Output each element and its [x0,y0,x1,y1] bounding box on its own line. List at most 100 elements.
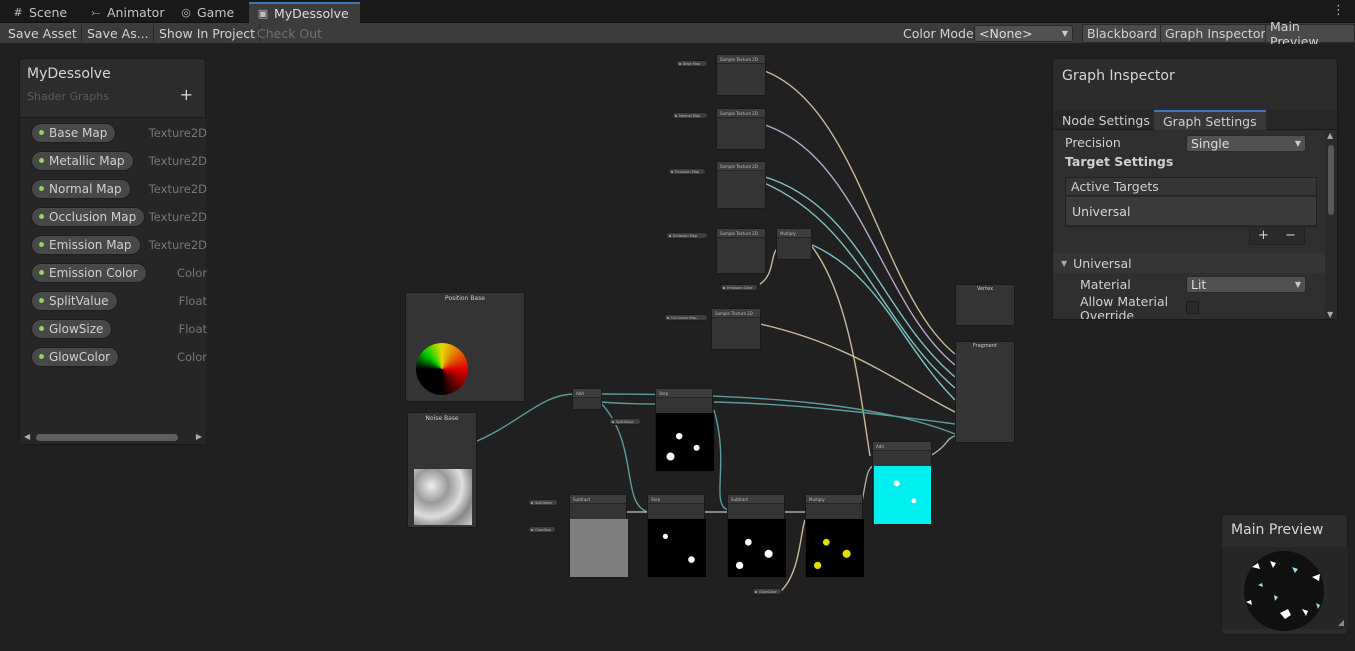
property-pill[interactable]: Normal Map [31,178,131,199]
multiply-node[interactable]: Multiply [805,494,864,578]
graph-property-emission-color[interactable]: Emission Color [720,284,758,291]
scroll-up-icon[interactable]: ▲ [1327,131,1333,140]
property-pill[interactable]: Occlusion Map [31,206,146,227]
fragment-context[interactable]: Fragment [955,341,1015,443]
horizontal-scrollbar[interactable]: ◀ ▶ [20,430,206,444]
list-item[interactable]: Emission Map Texture2D [31,234,207,255]
sample-texture-node[interactable]: Sample Texture 2D [711,308,761,350]
property-pill[interactable]: GlowColor [31,346,120,367]
dropdown-arrow-icon: ▼ [1294,280,1301,289]
main-preview-panel: Main Preview ◢ [1221,514,1348,635]
property-pill[interactable]: GlowSize [31,318,113,339]
tab-game[interactable]: ◎ Game [172,2,242,23]
property-pill[interactable]: Base Map [31,122,117,143]
position-base-node[interactable]: Position Base [405,292,525,402]
grid-icon: # [13,6,23,19]
scroll-thumb[interactable] [1328,145,1334,215]
color-mode-select[interactable]: <None> ▼ [974,25,1073,42]
allow-override-label: Allow Material Override [1080,294,1169,320]
tab-label: MyDessolve [274,6,349,21]
step-preview [648,519,706,577]
blackboard-toggle[interactable]: Blackboard [1082,24,1162,43]
vertex-title: Vertex [976,286,994,292]
property-pill[interactable]: SplitValue [31,290,118,311]
graph-canvas[interactable]: Base Map Normal Map Emission Map Emissio… [0,44,1355,651]
vertex-context[interactable]: Vertex [955,284,1015,326]
graph-property-normal-map[interactable]: Normal Map [672,112,708,119]
scroll-left-icon[interactable]: ◀ [24,432,30,441]
material-select[interactable]: Lit ▼ [1186,276,1306,293]
list-item[interactable]: SplitValue Float [31,290,207,311]
vertical-scrollbar[interactable]: ▲ ▼ [1325,131,1337,319]
blackboard-title: MyDessolve [27,66,111,82]
main-preview-toggle[interactable]: Main Preview [1265,19,1355,49]
sample-texture-node[interactable]: Sample Texture 2D [716,108,766,150]
add-node[interactable]: Add [572,388,602,410]
active-targets-header: Active Targets [1066,178,1316,196]
graph-inspector-toggle[interactable]: Graph Inspector [1160,24,1271,43]
shader-graph-toolbar: Save Asset Save As... Show In Project Ch… [0,19,1355,49]
graph-property-glowsize[interactable]: GlowSize [528,526,556,533]
scroll-right-icon[interactable]: ▶ [196,432,202,441]
foldout-arrow-icon[interactable]: ▼ [1061,259,1067,268]
target-list-controls: + − [1249,227,1305,245]
save-asset-button[interactable]: Save Asset [4,24,82,43]
tab-scene[interactable]: # Scene [4,2,75,23]
tab-graph-settings[interactable]: Graph Settings [1154,110,1266,130]
tab-node-settings[interactable]: Node Settings [1053,110,1159,130]
sample-texture-node[interactable]: Sample Texture 2D [716,54,766,96]
add-target-icon[interactable]: + [1258,228,1269,243]
more-options-icon[interactable]: ⋮ [1332,3,1345,18]
add-property-icon[interactable]: + [180,85,193,104]
scroll-down-icon[interactable]: ▼ [1327,310,1333,319]
property-type: Texture2D [148,125,207,140]
resize-handle-icon[interactable]: ◢ [1338,618,1344,627]
multiply-node[interactable]: Multiply [776,228,812,260]
scroll-thumb[interactable] [36,434,178,441]
list-item[interactable]: Occlusion Map Texture2D [31,206,207,227]
precision-select[interactable]: Single ▼ [1186,135,1306,152]
graph-property-base-map[interactable]: Base Map [676,60,708,67]
subtract-preview [570,519,628,577]
list-item[interactable]: Metallic Map Texture2D [31,150,207,171]
graph-property-emission-map[interactable]: Emission Map [666,232,708,239]
property-pill[interactable]: Metallic Map [31,150,134,171]
property-type: Texture2D [148,181,207,196]
section-label: Universal [1073,255,1132,271]
property-dot-icon [39,354,44,359]
fragment-title: Fragment [973,343,997,349]
graph-property-glowcolor[interactable]: GlowColor [752,588,782,595]
graph-property-emission-map[interactable]: Emission Map [668,168,706,175]
inspector-body: Precision Single ▼ Target Settings Activ… [1053,131,1325,319]
graph-property-splitvalue[interactable]: SplitValue [609,418,641,425]
list-item[interactable]: Universal [1066,197,1316,225]
blackboard-panel: MyDessolve Shader Graphs + Base Map Text… [19,58,207,445]
property-dot-icon [39,298,44,303]
main-preview-viewport[interactable]: ◢ [1222,547,1348,631]
list-item[interactable]: Normal Map Texture2D [31,178,207,199]
universal-section-header[interactable]: ▼ Universal [1053,253,1325,273]
subtract-node[interactable]: Subtract [569,494,628,578]
property-pill[interactable]: Emission Color [31,262,147,283]
allow-override-checkbox[interactable] [1186,301,1199,314]
step-node[interactable]: Step [655,388,714,472]
step-node[interactable]: Step [647,494,706,578]
list-item[interactable]: Emission Color Color [31,262,207,283]
property-pill[interactable]: Emission Map [31,234,141,255]
sample-texture-node[interactable]: Sample Texture 2D [716,161,766,209]
show-in-project-button[interactable]: Show In Project [155,24,261,43]
list-item[interactable]: GlowColor Color [31,346,207,367]
subtract-node[interactable]: Subtract [727,494,786,578]
remove-target-icon[interactable]: − [1285,228,1296,243]
noise-base-node[interactable]: Noise Base [407,412,477,528]
list-item[interactable]: GlowSize Float [31,318,207,339]
add-node[interactable]: Add [872,441,932,525]
tab-animator[interactable]: ⤚ Animator [82,2,172,23]
sample-texture-node[interactable]: Sample Texture 2D [716,228,766,274]
list-item[interactable]: Base Map Texture2D [31,122,207,143]
graph-property-occlusion-map[interactable]: Occlusion Map [664,314,708,321]
tab-mydessolve[interactable]: ▣ MyDessolve [249,2,360,23]
save-as-button[interactable]: Save As... [83,24,154,43]
node-title: Noise Base [425,415,459,422]
graph-property-splitvalue[interactable]: SplitValue [528,499,558,506]
